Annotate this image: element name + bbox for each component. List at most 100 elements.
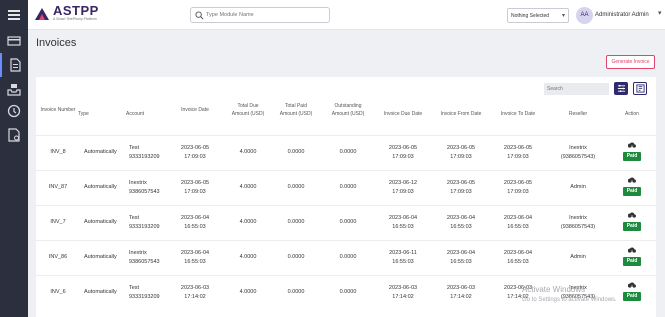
cell-reseller: Inextrix (9386057543) <box>560 215 596 230</box>
cell-due-date: 2023-06-11 16:55:03 <box>389 250 417 265</box>
table-row: INV_7 Automatically Test 9333193209 2023-06… <box>36 205 656 240</box>
cell-reseller: Admin <box>570 254 586 260</box>
cell-outstanding: 0.0000 <box>339 254 357 260</box>
cell-due-date: 2023-06-05 17:09:03 <box>388 145 418 160</box>
cell-from-date: 2023-06-05 17:09:03 <box>446 145 476 160</box>
download-icon[interactable] <box>626 246 638 256</box>
user-name[interactable]: Administrator Admin <box>595 12 649 18</box>
cell-invoice-date: 2023-06-05 17:09:03 <box>180 180 210 195</box>
col-header-to-date[interactable]: Invoice To Date <box>494 111 542 119</box>
reseller-selector[interactable]: Nothing Selected ▾ <box>507 8 569 23</box>
cell-due-date: 2023-06-04 16:55:03 <box>388 215 418 230</box>
card-icon[interactable] <box>0 29 28 53</box>
cell-total-paid: 0.0000 <box>287 149 305 155</box>
paid-status-badge[interactable]: Paid <box>623 152 641 161</box>
cell-outstanding: 0.0000 <box>339 289 357 295</box>
filter-button[interactable] <box>614 82 628 95</box>
col-header-total-paid[interactable]: Total Paid Amount (USD) <box>278 103 314 118</box>
cell-total-paid: 0.0000 <box>287 254 305 260</box>
table-row: INV_86 Automatically Inextrix 9386057543 20… <box>36 240 656 275</box>
download-icon[interactable] <box>626 141 638 151</box>
col-header-reseller[interactable]: Reseller <box>556 111 600 119</box>
col-header-outstanding[interactable]: Outstanding Amount (USD) <box>326 103 370 118</box>
download-icon[interactable] <box>626 211 638 221</box>
page-title: Invoices <box>36 37 77 49</box>
cell-type: Automatically <box>84 289 117 295</box>
table-row: INV_8 Automatically Test 9333193209 2023-06… <box>36 135 656 170</box>
generate-invoice-button[interactable]: Generate Invoice <box>606 55 655 69</box>
paid-status-badge[interactable]: Paid <box>623 292 641 301</box>
col-header-action: Action <box>625 111 639 117</box>
inbox-icon[interactable] <box>0 77 28 101</box>
cell-total-due: 4.0000 <box>239 289 257 295</box>
filter-icon <box>617 84 625 93</box>
columns-button[interactable] <box>633 82 647 95</box>
cell-invoice-number[interactable]: INV_86 <box>40 253 76 262</box>
col-header-invoice-number[interactable]: Invoice Number <box>40 107 76 115</box>
cell-invoice-number[interactable]: INV_87 <box>40 183 76 192</box>
download-icon[interactable] <box>626 281 638 291</box>
cell-total-due: 4.0000 <box>239 219 257 225</box>
cell-due-date: 2023-06-12 17:09:03 <box>388 180 418 195</box>
cell-from-date: 2023-06-03 17:14:02 <box>446 285 476 300</box>
cell-from-date: 2023-06-04 16:55:03 <box>446 250 476 265</box>
cell-outstanding: 0.0000 <box>339 184 357 190</box>
col-header-type[interactable]: Type <box>78 111 104 119</box>
cell-account: Inextrix 9386057543 <box>129 180 160 195</box>
astpp-logo[interactable]: ASTPP A Smart TelePhony Platform <box>34 3 99 22</box>
watermark-line-1: Activate Windows <box>522 285 586 294</box>
logo-name: ASTPP <box>53 3 99 18</box>
col-header-due-date[interactable]: Invoice Due Date <box>378 111 428 119</box>
top-header: ASTPP A Smart TelePhony Platform Nothing… <box>28 0 665 30</box>
history-icon[interactable] <box>0 99 28 123</box>
logo-tagline: A Smart TelePhony Platform <box>53 17 97 21</box>
columns-icon <box>635 84 645 93</box>
col-header-account[interactable]: Account <box>126 111 160 119</box>
cell-to-date: 2023-06-05 17:09:03 <box>503 145 533 160</box>
cell-invoice-date: 2023-06-05 17:09:03 <box>180 145 210 160</box>
module-search-input[interactable] <box>206 9 326 21</box>
windows-activation-watermark: Activate Windows Go to Settings to activ… <box>522 285 617 305</box>
cell-invoice-number[interactable]: INV_6 <box>40 288 76 297</box>
cell-account: Test 9333193209 <box>129 215 160 230</box>
download-icon[interactable] <box>626 176 638 186</box>
invoice-icon[interactable] <box>0 53 28 77</box>
logo-mark-icon <box>35 7 49 20</box>
cell-total-due: 4.0000 <box>239 149 257 155</box>
cell-type: Automatically <box>84 184 117 190</box>
cell-invoice-number[interactable]: INV_8 <box>40 148 76 157</box>
col-header-total-due[interactable]: Total Due Amount (USD) <box>230 103 266 118</box>
cell-invoice-number[interactable]: INV_7 <box>40 218 76 227</box>
report-icon[interactable] <box>0 123 28 147</box>
paid-status-badge[interactable]: Paid <box>623 222 641 231</box>
paid-status-badge[interactable]: Paid <box>623 257 641 266</box>
cell-reseller: Admin <box>570 184 586 190</box>
cell-to-date: 2023-06-04 16:55:03 <box>503 215 533 230</box>
left-sidebar <box>0 0 28 317</box>
user-menu-chevron-icon[interactable]: ▾ <box>658 9 662 17</box>
cell-total-due: 4.0000 <box>239 254 257 260</box>
cell-account: Test 9333193209 <box>129 285 160 300</box>
table-row: INV_87 Automatically Inextrix 9386057543 20… <box>36 170 656 205</box>
menu-icon[interactable] <box>0 3 28 27</box>
cell-invoice-date: 2023-06-03 17:14:02 <box>180 285 210 300</box>
col-header-from-date[interactable]: Invoice From Date <box>434 111 488 119</box>
selector-value: Nothing Selected <box>511 13 550 19</box>
cell-total-due: 4.0000 <box>239 184 257 190</box>
invoice-table-card: Invoice Number Type Account Invoice Date… <box>36 77 656 317</box>
cell-from-date: 2023-06-04 16:55:03 <box>446 215 476 230</box>
cell-outstanding: 0.0000 <box>339 149 357 155</box>
cell-reseller: Inextrix (9386057543) <box>560 145 596 160</box>
cell-outstanding: 0.0000 <box>339 219 357 225</box>
cell-total-paid: 0.0000 <box>287 184 305 190</box>
cell-to-date: 2023-06-04 16:55:03 <box>503 250 533 265</box>
table-search-input[interactable] <box>544 83 609 95</box>
col-header-invoice-date[interactable]: Invoice Date <box>179 107 211 115</box>
module-search[interactable] <box>190 7 330 23</box>
cell-from-date: 2023-06-05 17:09:03 <box>446 180 476 195</box>
chevron-down-icon: ▾ <box>561 13 565 19</box>
watermark-line-2: Go to Settings to activate Windows. <box>522 297 617 303</box>
cell-to-date: 2023-06-05 17:09:03 <box>503 180 533 195</box>
avatar[interactable]: AA <box>576 7 593 24</box>
paid-status-badge[interactable]: Paid <box>623 187 641 196</box>
